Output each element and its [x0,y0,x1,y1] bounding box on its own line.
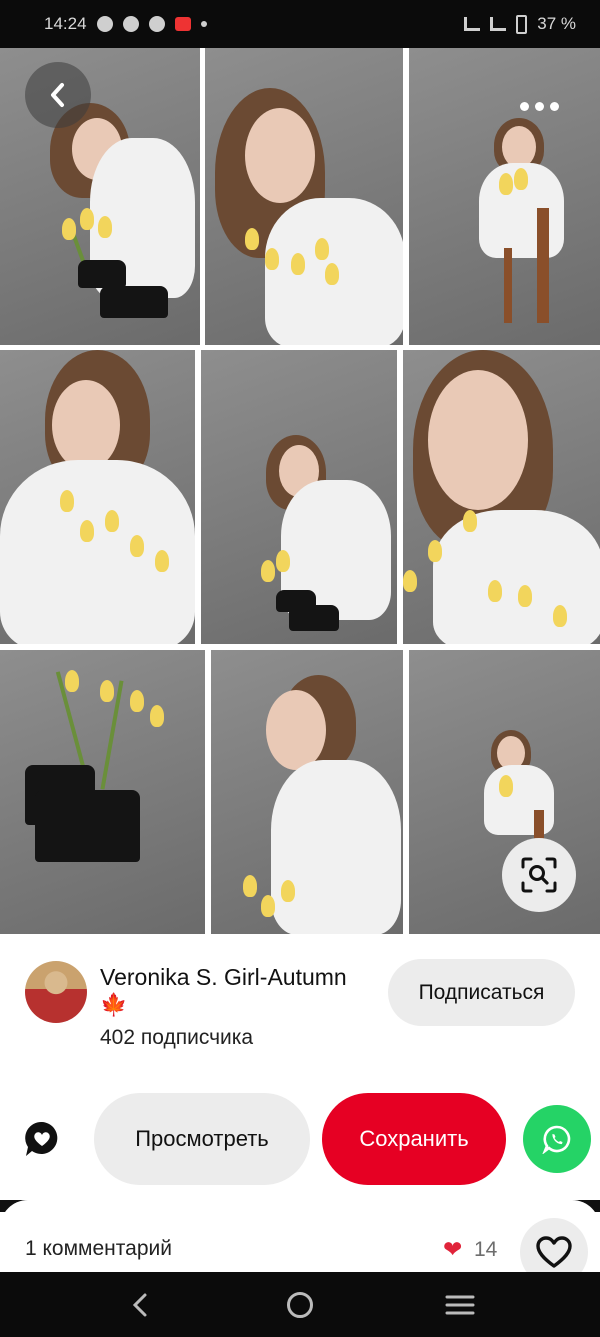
creator-emoji: 🍁 [100,992,128,1017]
collage-photo-6 [403,350,600,644]
battery-level: 37 % [537,14,576,33]
wifi-icon [490,17,507,31]
heart-emoji-icon: ❤ [443,1236,463,1262]
more-dot-icon [519,101,529,111]
more-notifications-icon [200,21,207,27]
more-dot-icon [534,101,544,111]
whatsapp-notification-icon [122,16,139,32]
view-button[interactable]: Просмотреть [94,1093,310,1185]
back-button[interactable] [25,62,91,128]
chevron-left-icon [51,83,64,107]
collage-photo-7 [0,650,205,934]
back-nav-icon [132,1293,147,1316]
app-notification-icon [174,17,191,31]
whatsapp-icon [542,1125,571,1154]
nav-back-button[interactable] [110,1285,170,1325]
telegram-notification-icon [148,16,165,32]
collage-photo-3 [409,48,600,345]
save-button[interactable]: Сохранить [322,1093,506,1185]
heart-bubble-icon [25,1121,58,1156]
react-button[interactable] [24,1120,64,1160]
nav-home-button[interactable] [270,1285,330,1325]
more-dot-icon [549,101,559,111]
collage-photo-4 [0,350,195,644]
follow-button[interactable]: Подписаться [388,959,575,1026]
reaction-count: 14 [474,1238,498,1261]
collage-photo-8 [211,650,403,934]
visual-search-button[interactable] [502,838,576,912]
nav-recents-button[interactable] [430,1285,490,1325]
comment-count[interactable]: 1 комментарий [25,1237,172,1261]
more-options-button[interactable] [510,84,568,128]
battery-icon [516,14,528,34]
notification-icon [96,16,113,32]
status-bar: 14:24 37 % [0,0,600,48]
status-right: 37 % [464,14,576,34]
status-time: 14:24 [44,14,87,33]
creator-name[interactable]: Veronika S. Girl-Autumn [100,964,347,991]
heart-outline-icon [536,1236,572,1268]
home-nav-icon [287,1291,313,1318]
creator-section: Veronika S. Girl-Autumn 🍁 402 подписчика… [0,934,600,1084]
collage-photo-5 [201,350,397,644]
creator-avatar[interactable] [25,961,87,1023]
share-whatsapp-button[interactable] [523,1105,591,1173]
pin-image[interactable] [0,48,600,934]
system-nav-bar [0,1272,600,1337]
signal-icon [464,17,481,31]
visual-search-icon [521,857,557,893]
comments-section[interactable]: 1 комментарий ❤ 14 [0,1200,600,1286]
collage-photo-2 [205,48,403,345]
recents-nav-icon [445,1295,475,1314]
status-left: 14:24 [44,14,207,34]
action-bar: Просмотреть Сохранить [0,1084,600,1200]
follower-count: 402 подписчика [100,1026,254,1049]
